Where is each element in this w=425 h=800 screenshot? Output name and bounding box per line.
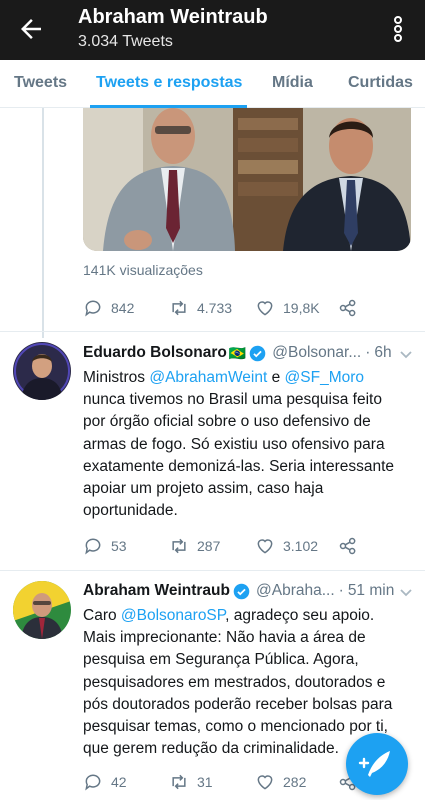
reply-button[interactable]: 842 xyxy=(83,298,134,318)
profile-header: Abraham Weintraub 3.034 Tweets xyxy=(0,0,425,60)
share-button[interactable] xyxy=(338,536,366,556)
reply-count: 842 xyxy=(111,300,135,316)
tweet-actions: 53 287 3.102 xyxy=(83,536,403,560)
heart-icon xyxy=(257,301,273,316)
separator-dot: · xyxy=(365,344,371,361)
author-handle: @Abraha... xyxy=(256,582,335,599)
like-count: 282 xyxy=(283,774,307,790)
compose-tweet-button[interactable] xyxy=(346,733,408,795)
tweet-video-thumbnail[interactable] xyxy=(83,108,411,251)
tab-media[interactable]: Mídia xyxy=(272,74,313,92)
like-button[interactable]: 3.102 xyxy=(255,536,318,556)
tab-tweets-and-replies[interactable]: Tweets e respostas xyxy=(96,74,242,92)
like-count: 19,8K xyxy=(283,300,320,316)
author-name[interactable]: Eduardo Bolsonaro xyxy=(83,344,227,362)
heart-icon xyxy=(257,539,273,554)
like-button[interactable]: 19,8K xyxy=(255,298,320,318)
tweet-actions: 842 4.733 19,8K xyxy=(83,298,403,322)
reply-icon xyxy=(85,774,101,791)
retweet-count: 287 xyxy=(197,538,221,554)
tweet-text-part: Caro xyxy=(83,607,121,624)
reply-icon xyxy=(85,300,101,317)
retweet-button[interactable]: 287 xyxy=(169,536,220,556)
tab-likes[interactable]: Curtidas xyxy=(348,74,413,92)
tab-tweets[interactable]: Tweets xyxy=(14,74,67,92)
retweet-count: 4.733 xyxy=(197,300,233,316)
tweet-text: Ministros @AbrahamWeint e @SF_Moro nunca… xyxy=(83,367,408,522)
avatar[interactable] xyxy=(13,581,71,639)
back-arrow-icon[interactable] xyxy=(16,14,46,44)
tweet-header: Abraham Weintraub @Abraha... · 51 min xyxy=(83,582,394,600)
mention-link[interactable]: @SF_Moro xyxy=(285,369,364,386)
reply-count: 53 xyxy=(111,538,127,554)
tweet-divider xyxy=(0,331,425,332)
chevron-down-icon[interactable] xyxy=(399,586,413,600)
tweet-divider xyxy=(0,570,425,571)
view-count: 141K visualizações xyxy=(83,262,203,278)
retweet-icon xyxy=(172,774,186,790)
retweet-button[interactable]: 4.733 xyxy=(169,298,232,318)
verified-badge-icon xyxy=(233,583,250,599)
mention-link[interactable]: @BolsonaroSP xyxy=(121,607,225,624)
thread-connector-line xyxy=(42,108,44,338)
share-icon xyxy=(339,537,356,555)
author-name[interactable]: Abraham Weintraub xyxy=(83,582,230,600)
reply-button[interactable]: 53 xyxy=(83,536,127,556)
tweet-count: 3.034 Tweets xyxy=(78,33,173,50)
retweet-icon xyxy=(172,300,186,316)
mention-link[interactable]: @AbrahamWeint xyxy=(149,369,267,386)
reply-count: 42 xyxy=(111,774,127,790)
tweet-time: 51 min xyxy=(347,582,395,599)
heart-icon xyxy=(257,775,273,790)
avatar[interactable] xyxy=(13,342,71,400)
tweet-text-part: nunca tivemos no Brasil uma pesquisa fei… xyxy=(83,391,395,520)
profile-name-title: Abraham Weintraub xyxy=(78,6,268,28)
share-button[interactable] xyxy=(338,298,366,318)
separator-dot: · xyxy=(338,582,344,599)
retweet-button[interactable]: 31 xyxy=(169,772,213,792)
like-count: 3.102 xyxy=(283,538,319,554)
profile-tabs: Tweets Tweets e respostas Mídia Curtidas xyxy=(0,60,425,108)
tweet-header: Eduardo Bolsonaro 🇧🇷 @Bolsonar... · 6h xyxy=(83,344,392,362)
like-button[interactable]: 282 xyxy=(255,772,306,792)
retweet-icon xyxy=(172,538,186,554)
brazil-flag-emoji: 🇧🇷 xyxy=(228,344,247,361)
tweet-text-part: e xyxy=(267,369,285,386)
verified-badge-icon xyxy=(249,345,266,361)
more-options-icon[interactable] xyxy=(388,14,408,44)
tweet-text-part: Ministros xyxy=(83,369,150,386)
share-icon xyxy=(339,299,356,317)
tweet-time: 6h xyxy=(374,344,392,361)
chevron-down-icon[interactable] xyxy=(399,348,413,362)
retweet-count: 31 xyxy=(197,774,213,790)
compose-feather-icon xyxy=(358,751,390,777)
reply-icon xyxy=(85,538,101,555)
reply-button[interactable]: 42 xyxy=(83,772,127,792)
author-handle: @Bolsonar... xyxy=(272,344,362,361)
